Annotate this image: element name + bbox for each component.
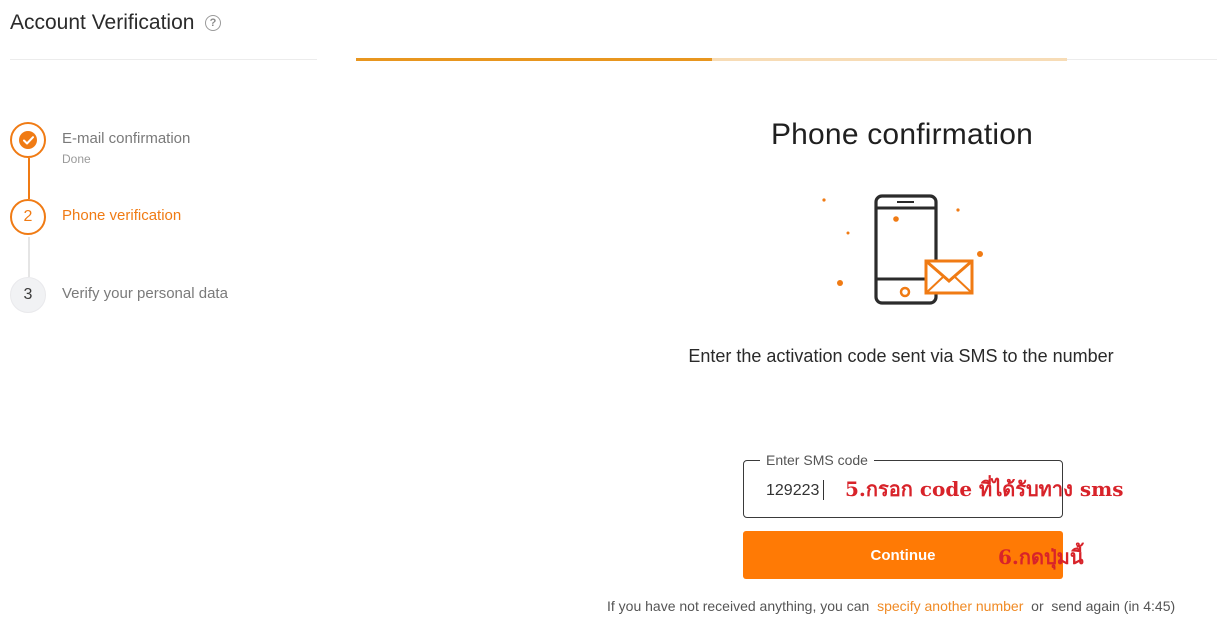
progress-bar xyxy=(356,58,1067,61)
verification-page: Account Verification ? E-mail confirmati… xyxy=(0,0,1217,631)
sms-code-label: Enter SMS code xyxy=(760,452,874,468)
page-title: Account Verification xyxy=(10,11,195,34)
step-label: E-mail confirmation xyxy=(62,130,191,147)
step-label: Phone verification xyxy=(62,207,182,224)
header-divider-left xyxy=(10,59,317,60)
step-label: Verify your personal data xyxy=(62,285,228,302)
send-again-text: send again (in 4:45) xyxy=(1051,598,1176,614)
step-connector-done xyxy=(28,158,30,199)
help-icon[interactable]: ? xyxy=(205,15,221,31)
step-personal-data: 3 Verify your personal data xyxy=(10,277,310,317)
step-email-confirmation: E-mail confirmation Done xyxy=(10,122,310,166)
text-caret xyxy=(823,480,824,500)
progress-bar-fill xyxy=(356,58,712,61)
step-number-circle: 2 xyxy=(10,199,46,235)
step-connector-pending xyxy=(28,237,30,277)
annotation-press-button: 6.กดปุ่มนี้ xyxy=(998,545,1084,569)
step-done-circle xyxy=(10,122,46,158)
resend-line: If you have not received anything, you c… xyxy=(607,598,1175,614)
resend-prefix: If you have not received anything, you c… xyxy=(607,598,870,614)
step-status: Done xyxy=(62,152,91,166)
check-icon xyxy=(19,131,37,149)
specify-another-number-link[interactable]: specify another number xyxy=(877,598,1023,614)
step-phone-verification: 2 Phone verification xyxy=(10,199,310,239)
resend-or: or xyxy=(1031,598,1044,614)
section-title: Phone confirmation xyxy=(770,118,1034,151)
instruction-text: Enter the activation code sent via SMS t… xyxy=(688,346,1114,366)
phone-sms-icon xyxy=(810,188,1000,318)
header-divider-right xyxy=(1067,59,1217,60)
annotation-enter-code: 5.กรอก code ที่ได้รับทาง sms xyxy=(845,477,1124,501)
step-number-circle: 3 xyxy=(10,277,46,313)
